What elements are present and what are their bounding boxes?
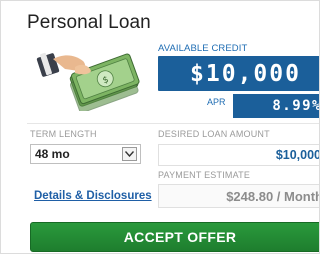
hand-holding-cash-icon: $ bbox=[36, 52, 140, 111]
term-length-select[interactable]: 48 mo bbox=[30, 144, 141, 164]
accept-offer-button[interactable]: ACCEPT OFFER bbox=[30, 222, 319, 252]
available-credit-amount: $10,000 bbox=[158, 56, 319, 91]
term-length-label: TERM LENGTH bbox=[30, 129, 97, 139]
available-credit-label: AVAILABLE CREDIT bbox=[158, 43, 248, 54]
desired-loan-amount-input[interactable]: $10,000 bbox=[158, 144, 319, 166]
desired-loan-amount-label: DESIRED LOAN AMOUNT bbox=[158, 129, 270, 139]
chevron-down-icon[interactable] bbox=[122, 147, 137, 161]
loan-offer-card: Personal Loan $ AVAILABLE CREDIT $10,000… bbox=[0, 0, 320, 254]
payment-estimate-value: $248.80 / Month bbox=[158, 184, 319, 208]
term-length-value: 48 mo bbox=[35, 147, 70, 161]
section-divider bbox=[27, 123, 319, 124]
apr-label: APR bbox=[207, 97, 226, 107]
payment-estimate-label: PAYMENT ESTIMATE bbox=[158, 170, 251, 180]
offer-title: Personal Loan bbox=[27, 12, 151, 33]
details-disclosures-link[interactable]: Details & Disclosures bbox=[34, 190, 152, 202]
apr-value: 8.99% bbox=[233, 94, 319, 118]
